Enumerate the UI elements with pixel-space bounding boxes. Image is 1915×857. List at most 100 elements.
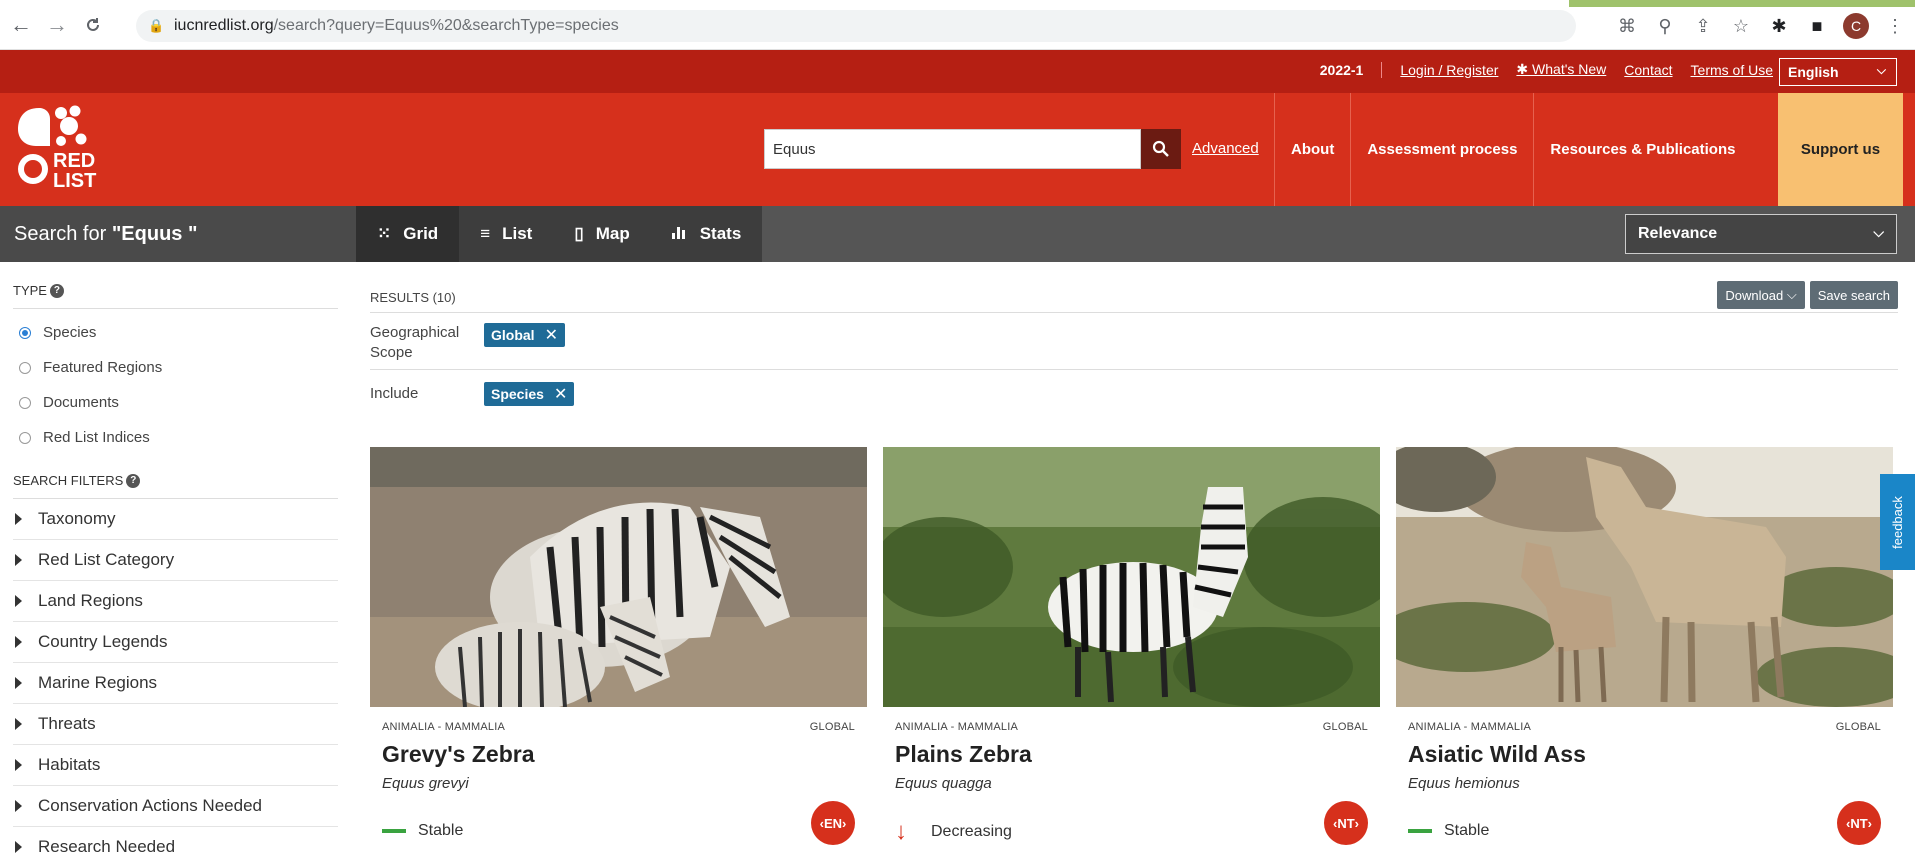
- lock-icon: 🔒: [148, 18, 165, 33]
- type-option-red-list-indices[interactable]: Red List Indices: [13, 420, 338, 455]
- filter-threats[interactable]: Threats: [13, 704, 338, 745]
- login-link[interactable]: Login / Register: [1400, 62, 1498, 78]
- chevron-down-icon: ⌵: [1873, 224, 1884, 240]
- window-icon[interactable]: ■: [1805, 16, 1829, 37]
- whats-new-link[interactable]: ✱ What's New: [1516, 61, 1606, 78]
- caret-right-icon: [15, 595, 22, 607]
- type-option-featured-regions[interactable]: Featured Regions: [13, 350, 338, 385]
- main-nav: About Assessment process Resources & Pub…: [1274, 93, 1751, 206]
- filter-marine-regions[interactable]: Marine Regions: [13, 663, 338, 704]
- radio-checked[interactable]: [19, 326, 31, 339]
- nav-resources-publications[interactable]: Resources & Publications: [1533, 93, 1751, 206]
- filter-taxonomy[interactable]: Taxonomy: [13, 499, 338, 540]
- address-bar[interactable]: 🔒 iucnredlist.org/search?query=Equus%20&…: [136, 10, 1576, 42]
- zoom-icon[interactable]: ⚲: [1653, 16, 1677, 37]
- card-taxonomy: ANIMALIA - MAMMALIA: [382, 721, 505, 733]
- search-for-heading: Search for "Equus ": [0, 206, 356, 262]
- caret-right-icon: [15, 718, 22, 730]
- translate-icon[interactable]: ⌘: [1615, 16, 1639, 37]
- caret-right-icon: [15, 759, 22, 771]
- caret-right-icon: [15, 841, 22, 853]
- back-icon[interactable]: ←: [6, 10, 36, 40]
- grid-icon: ⁙: [377, 224, 392, 243]
- map-icon: ▯: [574, 224, 584, 243]
- contact-link[interactable]: Contact: [1624, 62, 1672, 78]
- population-trend: ↓ Decreasing: [895, 818, 1012, 845]
- type-option-documents[interactable]: Documents: [13, 385, 338, 420]
- nav-about[interactable]: About: [1274, 93, 1350, 206]
- species-grid: ANIMALIA - MAMMALIA GLOBAL Grevy's Zebra …: [370, 447, 1893, 857]
- share-icon[interactable]: ⇪: [1691, 16, 1715, 37]
- search-query-text: "Equus ": [111, 222, 198, 245]
- close-icon[interactable]: ✕: [554, 384, 567, 404]
- language-select[interactable]: English ⌵: [1779, 58, 1897, 86]
- card-common-name[interactable]: Plains Zebra: [883, 733, 1380, 768]
- terms-link[interactable]: Terms of Use: [1691, 62, 1773, 78]
- species-photo[interactable]: [883, 447, 1380, 707]
- filter-country-legends[interactable]: Country Legends: [13, 622, 338, 663]
- support-us-button[interactable]: Support us: [1778, 93, 1903, 206]
- type-option-species[interactable]: Species: [13, 315, 338, 350]
- species-photo[interactable]: [370, 447, 867, 707]
- version-label: 2022-1: [1320, 61, 1383, 78]
- card-scientific-name: Equus hemionus: [1408, 775, 1520, 792]
- stats-icon: [671, 224, 688, 244]
- logo-list-text: LIST: [53, 170, 96, 192]
- nav-assessment-process[interactable]: Assessment process: [1350, 93, 1533, 206]
- filter-sidebar: TYPE? Species Featured Regions Documents…: [13, 283, 338, 857]
- extensions-icon[interactable]: ✱: [1767, 16, 1791, 37]
- include-chip-species[interactable]: Species ✕: [484, 382, 575, 406]
- download-button[interactable]: Download ⌵: [1717, 281, 1805, 309]
- species-card-asiatic-wild-ass[interactable]: ANIMALIA - MAMMALIA GLOBAL Asiatic Wild A…: [1396, 447, 1893, 857]
- filter-red-list-category[interactable]: Red List Category: [13, 540, 338, 581]
- card-scope: GLOBAL: [1322, 721, 1368, 733]
- red-list-logo[interactable]: RED LIST: [17, 105, 127, 193]
- species-card-plains-zebra[interactable]: ANIMALIA - MAMMALIA GLOBAL Plains Zebra E…: [883, 447, 1380, 857]
- radio[interactable]: [19, 431, 31, 444]
- search-input[interactable]: [764, 129, 1141, 169]
- tab-grid[interactable]: ⁙ Grid: [356, 206, 460, 262]
- filter-habitats[interactable]: Habitats: [13, 745, 338, 786]
- population-trend: Stable: [382, 822, 463, 840]
- radio[interactable]: [19, 361, 31, 374]
- profile-avatar[interactable]: C: [1843, 13, 1869, 39]
- tab-stats[interactable]: Stats: [650, 206, 763, 262]
- filter-land-regions[interactable]: Land Regions: [13, 581, 338, 622]
- type-heading: TYPE?: [13, 283, 338, 309]
- bookmark-star-icon[interactable]: ☆: [1729, 16, 1753, 37]
- radio[interactable]: [19, 396, 31, 409]
- sort-select[interactable]: Relevance ⌵: [1625, 214, 1897, 254]
- sort-value: Relevance: [1638, 225, 1718, 242]
- help-icon[interactable]: ?: [126, 473, 141, 488]
- results-toolbar: Search for "Equus " ⁙ Grid ≡ List ▯ Map …: [0, 206, 1915, 262]
- tab-map[interactable]: ▯ Map: [553, 206, 651, 262]
- advanced-search-link[interactable]: Advanced: [1192, 140, 1259, 157]
- tab-list[interactable]: ≡ List: [459, 206, 554, 262]
- card-common-name[interactable]: Grevy's Zebra: [370, 733, 867, 768]
- caret-right-icon: [15, 636, 22, 648]
- feedback-tab[interactable]: feedback: [1880, 474, 1915, 570]
- caret-right-icon: [15, 554, 22, 566]
- scope-chip-global[interactable]: Global ✕: [484, 323, 565, 347]
- close-icon[interactable]: ✕: [545, 325, 558, 345]
- reload-icon[interactable]: [78, 10, 108, 40]
- search-button[interactable]: [1141, 129, 1181, 169]
- species-photo[interactable]: [1396, 447, 1893, 707]
- logo-red-text: RED: [53, 150, 95, 172]
- card-scope: GLOBAL: [1835, 721, 1881, 733]
- filter-research-needed[interactable]: Research Needed: [13, 827, 338, 857]
- species-card-grevys-zebra[interactable]: ANIMALIA - MAMMALIA GLOBAL Grevy's Zebra …: [370, 447, 867, 857]
- forward-icon[interactable]: →: [42, 10, 72, 40]
- scope-label: Geographical Scope: [370, 324, 460, 361]
- card-scientific-name: Equus grevyi: [382, 775, 469, 792]
- stable-trend-icon: [1408, 829, 1432, 833]
- card-scientific-name: Equus quagga: [895, 775, 992, 792]
- menu-dots-icon[interactable]: ⋮: [1883, 16, 1907, 37]
- browser-accent-strip: [1569, 0, 1915, 7]
- card-common-name[interactable]: Asiatic Wild Ass: [1396, 733, 1893, 768]
- help-icon[interactable]: ?: [49, 283, 64, 298]
- list-icon: ≡: [480, 224, 491, 243]
- caret-right-icon: [15, 513, 22, 525]
- save-search-button[interactable]: Save search: [1809, 281, 1898, 309]
- filter-conservation-actions-needed[interactable]: Conservation Actions Needed: [13, 786, 338, 827]
